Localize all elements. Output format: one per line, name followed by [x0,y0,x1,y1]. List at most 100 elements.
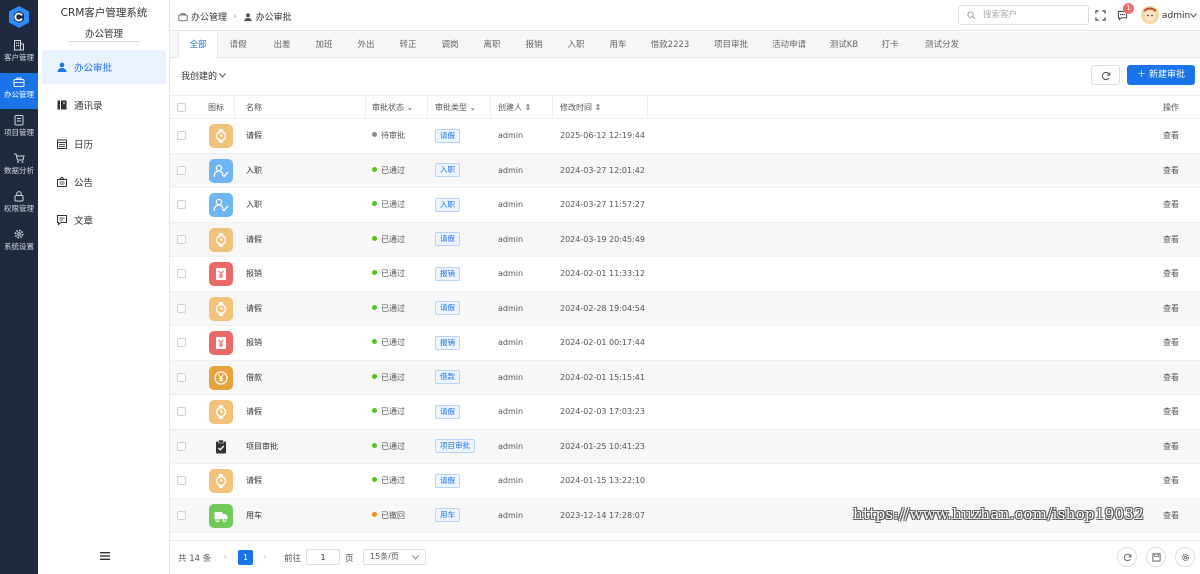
tab-leave[interactable]: 请假 [222,32,254,58]
view-link[interactable]: 查看 [1163,188,1179,222]
row-checkbox[interactable] [177,441,186,451]
rail-item-analytics[interactable]: 数据分析 [0,149,38,185]
view-link[interactable]: 查看 [1163,464,1179,498]
column-header-status[interactable]: 审批状态 ⌄ [372,96,413,119]
tab-regularization[interactable]: 转正 [392,32,424,58]
type-tag: 项目审批 [435,439,475,453]
sidebar-item-calendar[interactable]: 日历 [42,127,166,161]
tab-clock-in[interactable]: 打卡 [874,32,906,58]
chevron-down-icon [412,555,419,560]
column-header-label: 修改时间 [560,103,592,112]
tab-vehicle[interactable]: 用车 [602,32,634,58]
row-modified-time: 2024-02-03 17:03:23 [560,407,645,416]
gear-icon [14,229,24,239]
rail-item-office[interactable]: 办公管理 [0,73,38,109]
user-name[interactable]: admin [1162,11,1190,21]
row-status-text: 待审批 [381,131,405,140]
breadcrumb-separator: › [233,11,237,22]
view-link[interactable]: 查看 [1163,119,1179,153]
fullscreen-icon[interactable] [1095,10,1106,21]
rail-item-projects[interactable]: 项目管理 [0,111,38,147]
tab-resignation[interactable]: 离职 [476,32,508,58]
rail-item-customers[interactable]: 客户管理 [0,36,38,72]
tab-outing[interactable]: 外出 [350,32,382,58]
table-row[interactable]: 请假 待审批 请假 admin 2025-06-12 12:19:44 查看 [170,119,1200,154]
row-creator: admin [498,165,524,175]
view-link[interactable]: 查看 [1163,292,1179,326]
contacts-icon [57,100,67,110]
sidebar-item-contacts[interactable]: 通讯录 [42,88,166,122]
table-row[interactable]: 入职 已通过 入职 admin 2024-03-27 11:57:27 查看 [170,188,1200,223]
tab-test-kb[interactable]: 测试KB [822,32,866,58]
row-checkbox[interactable] [177,303,186,313]
row-checkbox[interactable] [177,234,186,244]
sidebar-item-articles[interactable]: 文章 [42,203,166,237]
column-header-creator[interactable]: 创建人 ⇕ [498,96,531,119]
row-checkbox[interactable] [177,372,186,382]
export-button[interactable] [1146,547,1166,567]
row-checkbox[interactable] [177,131,186,140]
table-row[interactable]: 报销 已通过 报销 admin 2024-02-01 11:33:12 查看 [170,257,1200,292]
view-link[interactable]: 查看 [1163,257,1179,291]
row-checkbox[interactable] [177,338,186,347]
column-settings-button[interactable] [1175,547,1195,567]
view-link[interactable]: 查看 [1163,395,1179,429]
row-checkbox[interactable] [177,200,186,209]
menu-collapse-icon[interactable] [99,551,111,561]
view-link[interactable]: 查看 [1163,223,1179,257]
goto-page-input[interactable] [306,549,340,565]
rail-item-permissions[interactable]: 权限管理 [0,187,38,223]
tab-reimbursement[interactable]: 报销 [518,32,550,58]
tab-activity[interactable]: 活动申请 [764,32,814,58]
table-row[interactable]: 项目审批 已通过 项目审批 admin 2024-01-25 10:41:23 查看 [170,429,1200,464]
row-checkbox[interactable] [177,269,186,278]
view-link[interactable]: 查看 [1163,499,1179,533]
breadcrumb-item[interactable]: 办公管理 [191,10,227,23]
row-checkbox[interactable] [177,407,186,416]
row-status-text: 已通过 [381,165,405,175]
row-checkbox[interactable] [177,510,186,520]
search-icon [967,11,976,20]
page-number-current[interactable]: 1 [238,550,253,565]
tab-overtime[interactable]: 加班 [308,32,340,58]
page-size-select[interactable]: 15条/页 [363,549,426,565]
new-approval-button[interactable]: ＋ 新建审批 [1127,65,1195,85]
tab-business-trip[interactable]: 出差 [266,32,298,58]
customer-search[interactable] [958,5,1089,25]
table-row[interactable]: 入职 已通过 入职 admin 2024-03-27 12:01:42 查看 [170,153,1200,188]
tab-project-approval[interactable]: 项目审批 [706,32,756,58]
table-row[interactable]: 借款 已通过 借款 admin 2024-02-01 15:15:41 查看 [170,360,1200,395]
table-row[interactable]: 请假 已通过 请假 admin 2024-02-03 17:03:23 查看 [170,395,1200,430]
rail-item-settings[interactable]: 系统设置 [0,225,38,261]
tab-transfer[interactable]: 调岗 [434,32,466,58]
search-input[interactable] [983,8,1083,22]
table-row[interactable]: 请假 已通过 请假 admin 2024-01-15 13:22:10 查看 [170,464,1200,499]
tab-loan[interactable]: 借款2223 [644,32,696,58]
type-tag: 借款 [435,370,460,384]
view-link[interactable]: 查看 [1163,326,1179,360]
sidebar-item-approvals[interactable]: 办公审批 [42,50,166,84]
table-row[interactable]: 请假 已通过 请假 admin 2024-02-28 19:04:54 查看 [170,291,1200,326]
sidebar-item-announcements[interactable]: 公告 [42,165,166,199]
avatar[interactable] [1141,6,1159,24]
row-checkbox[interactable] [177,476,186,485]
row-checkbox[interactable] [177,165,186,175]
table-row[interactable]: 报销 已通过 报销 admin 2024-02-01 00:17:44 查看 [170,326,1200,361]
chevron-down-icon[interactable] [1190,13,1197,18]
column-header-modified[interactable]: 修改时间 ⇕ [560,96,601,119]
prev-page-button[interactable]: ‹ [218,550,232,564]
refresh-button[interactable] [1091,65,1120,85]
view-link[interactable]: 查看 [1163,361,1179,395]
view-link[interactable]: 查看 [1163,154,1179,188]
reload-button[interactable] [1117,547,1137,567]
select-all-checkbox[interactable] [177,103,186,112]
created-by-me-filter[interactable]: 我创建的 [181,69,226,82]
tab-all[interactable]: 全部 [178,32,218,58]
table-row[interactable]: 请假 已通过 请假 admin 2024-03-19 20:45:49 查看 [170,222,1200,257]
tab-onboarding[interactable]: 入职 [560,32,592,58]
view-link[interactable]: 查看 [1163,430,1179,464]
column-header-type[interactable]: 审批类型 ⌄ [435,96,476,119]
next-page-button[interactable]: › [258,550,272,564]
column-header-name: 名称 [246,103,262,112]
tab-test-distribution[interactable]: 测试分发 [916,32,968,58]
